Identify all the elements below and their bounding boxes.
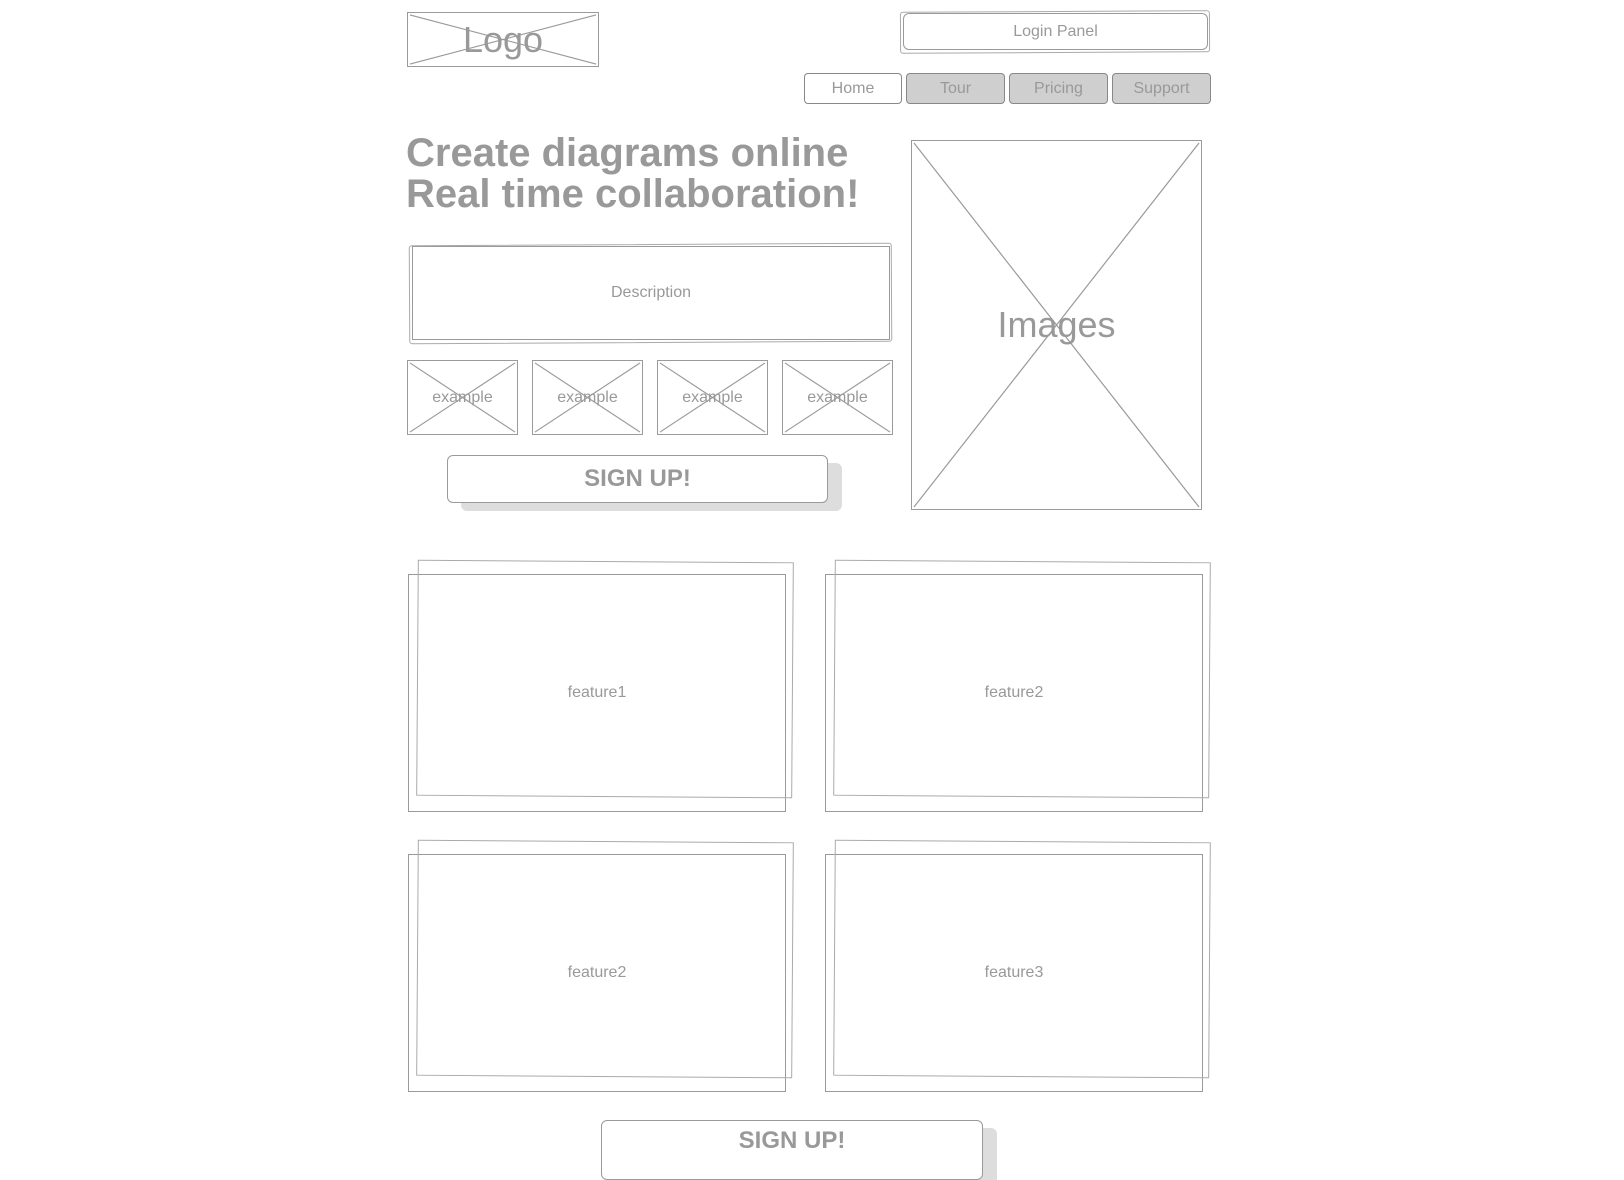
nav-tab-home[interactable]: Home bbox=[804, 73, 902, 104]
example-thumbnail[interactable]: example bbox=[532, 360, 643, 435]
headline-line-1: Create diagrams online bbox=[406, 131, 849, 175]
hero-headline: Create diagrams online Real time collabo… bbox=[406, 133, 859, 215]
nav-tab-pricing[interactable]: Pricing bbox=[1009, 73, 1108, 104]
nav-tab-label: Pricing bbox=[1034, 79, 1083, 97]
description-box: Description bbox=[412, 246, 890, 340]
feature-card[interactable]: feature3 bbox=[825, 854, 1203, 1092]
signup-button[interactable]: SIGN UP! bbox=[447, 455, 828, 503]
nav-tab-tour[interactable]: Tour bbox=[906, 73, 1005, 104]
nav-tab-label: Tour bbox=[939, 79, 972, 97]
example-label: example bbox=[432, 388, 493, 406]
example-thumbnail[interactable]: example bbox=[407, 360, 518, 435]
feature-card[interactable]: feature2 bbox=[825, 574, 1203, 812]
feature-label: feature2 bbox=[567, 964, 627, 981]
headline-line-2: Real time collaboration! bbox=[406, 172, 860, 216]
signup-label: SIGN UP! bbox=[584, 465, 691, 492]
images-placeholder[interactable]: Images bbox=[911, 140, 1202, 510]
description-label: Description bbox=[610, 284, 692, 301]
feature-label: feature1 bbox=[567, 684, 627, 701]
example-thumbnail[interactable]: example bbox=[657, 360, 768, 435]
login-panel[interactable]: Login Panel bbox=[903, 13, 1208, 50]
feature-label: feature2 bbox=[984, 684, 1044, 701]
nav-tab-label: Home bbox=[831, 79, 875, 97]
signup-label: SIGN UP! bbox=[738, 1127, 846, 1154]
example-thumbnail[interactable]: example bbox=[782, 360, 893, 435]
feature-label: feature3 bbox=[984, 964, 1044, 981]
logo-placeholder[interactable]: Logo bbox=[407, 12, 599, 67]
images-label: Images bbox=[997, 304, 1116, 345]
feature-card[interactable]: feature1 bbox=[408, 574, 786, 812]
nav-tab-label: Support bbox=[1133, 79, 1190, 97]
footer-signup-button[interactable]: SIGN UP! bbox=[601, 1120, 983, 1180]
nav-tab-support[interactable]: Support bbox=[1112, 73, 1211, 104]
login-panel-label: Login Panel bbox=[1013, 22, 1098, 40]
example-label: example bbox=[682, 388, 743, 406]
example-label: example bbox=[557, 388, 618, 406]
feature-card[interactable]: feature2 bbox=[408, 854, 786, 1092]
logo-label: Logo bbox=[462, 18, 544, 60]
example-label: example bbox=[807, 388, 868, 406]
